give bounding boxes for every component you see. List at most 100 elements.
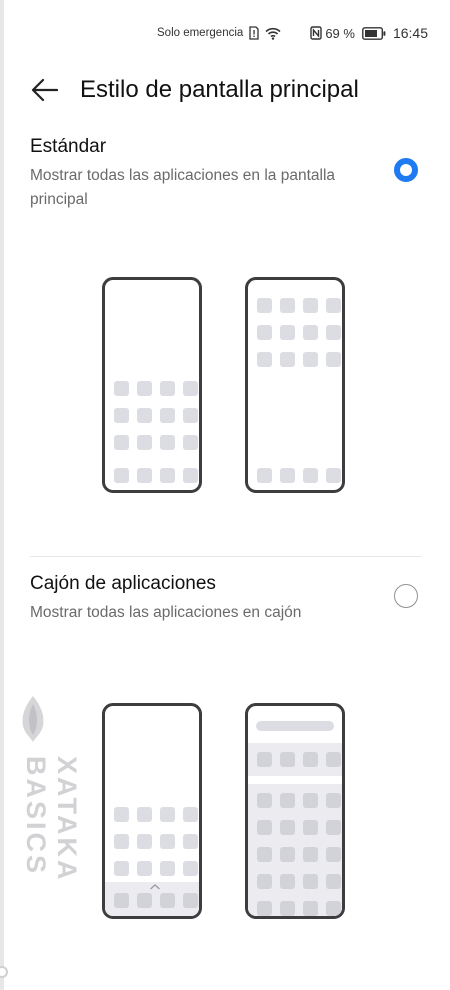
- option-app-drawer-description: Mostrar todas las aplicaciones en cajón: [30, 604, 302, 621]
- drawer-search-bar: [256, 721, 334, 731]
- app-tile: [280, 325, 295, 340]
- option-app-drawer[interactable]: Cajón de aplicaciones Mostrar todas las …: [30, 573, 422, 625]
- app-tile: [303, 820, 318, 835]
- app-tile: [326, 847, 341, 862]
- app-tile: [257, 352, 272, 367]
- dock-tile: [183, 468, 198, 483]
- app-tile: [257, 847, 272, 862]
- battery-icon: [362, 26, 386, 40]
- option-standard-title: Estándar: [30, 136, 107, 157]
- app-tile: [326, 901, 341, 916]
- app-tile: [137, 834, 152, 849]
- app-tile: [160, 435, 175, 450]
- app-tile: [280, 352, 295, 367]
- app-tile: [137, 807, 152, 822]
- radio-standard[interactable]: [394, 158, 418, 182]
- wifi-icon: [265, 27, 281, 40]
- app-tile: [303, 901, 318, 916]
- option-standard[interactable]: Estándar Mostrar todas las aplicaciones …: [30, 136, 422, 212]
- app-tile: [137, 861, 152, 876]
- app-tile: [326, 874, 341, 889]
- dock-tile: [303, 468, 318, 483]
- app-tile: [114, 861, 129, 876]
- dock-tile: [137, 468, 152, 483]
- left-edge-dot: [0, 966, 8, 978]
- app-tile: [160, 861, 175, 876]
- app-tile: [183, 834, 198, 849]
- dock-tile: [160, 468, 175, 483]
- app-tile: [257, 901, 272, 916]
- app-tile: [183, 408, 198, 423]
- app-tile: [303, 325, 318, 340]
- dock-tile: [257, 468, 272, 483]
- dock-tile: [137, 893, 152, 908]
- dock-tile: [114, 893, 129, 908]
- app-tile: [160, 381, 175, 396]
- watermark-logo-icon: [22, 696, 44, 742]
- app-tile: [303, 298, 318, 313]
- app-tile: [183, 435, 198, 450]
- app-tile: [114, 807, 129, 822]
- app-tile: [280, 793, 295, 808]
- app-tile: [183, 807, 198, 822]
- app-tile: [137, 435, 152, 450]
- left-edge-line: [0, 0, 4, 990]
- dock-tile: [183, 893, 198, 908]
- page-title: Estilo de pantalla principal: [80, 76, 359, 103]
- app-tile: [280, 901, 295, 916]
- app-tile: [257, 325, 272, 340]
- option-standard-description: Mostrar todas las aplicaciones en la pan…: [30, 167, 336, 208]
- section-divider: [30, 556, 422, 557]
- app-tile: [160, 834, 175, 849]
- app-bar: Estilo de pantalla principal: [30, 68, 430, 112]
- sim-alert-icon: [249, 26, 259, 40]
- app-tile: [303, 793, 318, 808]
- app-tile: [114, 381, 129, 396]
- app-tile: [114, 834, 129, 849]
- app-tile: [137, 381, 152, 396]
- drawer-preview-2: [245, 703, 345, 919]
- app-tile: [326, 752, 341, 767]
- app-tile: [257, 298, 272, 313]
- app-tile: [160, 807, 175, 822]
- app-tile: [160, 408, 175, 423]
- app-tile: [280, 820, 295, 835]
- app-tile: [280, 752, 295, 767]
- app-tile: [183, 381, 198, 396]
- standard-preview-2: [245, 277, 345, 493]
- dock-tile: [280, 468, 295, 483]
- carrier-text: Solo emergencia: [157, 27, 244, 39]
- app-tile: [326, 352, 341, 367]
- app-tile: [303, 874, 318, 889]
- app-tile: [137, 408, 152, 423]
- dock-tile: [160, 893, 175, 908]
- app-tile: [326, 820, 341, 835]
- dock-tile: [114, 468, 129, 483]
- standard-preview-1: [102, 277, 202, 493]
- app-tile: [326, 793, 341, 808]
- app-tile: [303, 752, 318, 767]
- app-tile: [114, 435, 129, 450]
- app-tile: [303, 352, 318, 367]
- radio-app-drawer[interactable]: [394, 584, 418, 608]
- arrow-left-icon: [31, 78, 58, 102]
- battery-percent: 69 %: [325, 25, 355, 41]
- drawer-preview-1: [102, 703, 202, 919]
- watermark-text: XATAKA BASICS: [21, 756, 82, 882]
- option-app-drawer-title: Cajón de aplicaciones: [30, 573, 216, 594]
- nfc-icon: [310, 26, 323, 40]
- app-tile: [114, 408, 129, 423]
- app-tile: [280, 298, 295, 313]
- clock: 16:45: [392, 25, 428, 41]
- app-tile: [257, 820, 272, 835]
- app-tile: [280, 874, 295, 889]
- app-tile: [326, 325, 341, 340]
- back-button[interactable]: [30, 75, 60, 105]
- app-tile: [326, 298, 341, 313]
- app-tile: [257, 874, 272, 889]
- app-tile: [280, 847, 295, 862]
- app-tile: [303, 847, 318, 862]
- app-tile: [183, 861, 198, 876]
- chevron-up-icon: [150, 884, 160, 890]
- app-tile: [257, 752, 272, 767]
